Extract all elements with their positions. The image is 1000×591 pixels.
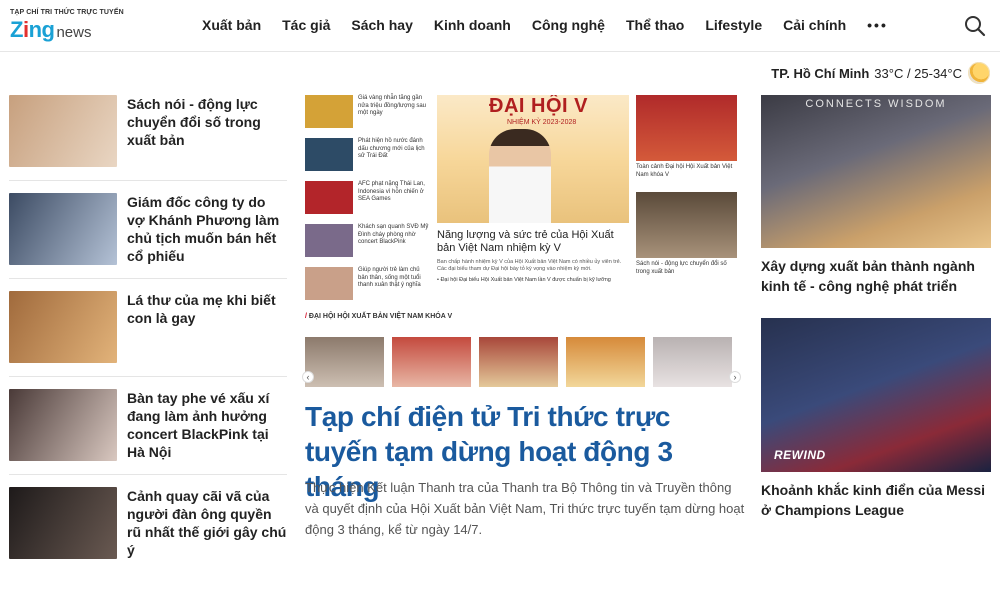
nav-item-cai-chinh[interactable]: Cải chính	[783, 17, 846, 33]
news-title[interactable]: Bàn tay phe vé xấu xí đang làm ảnh hưởng…	[127, 389, 287, 462]
news-title[interactable]: Phát hiện hồ nước đánh dấu chương mới củ…	[358, 138, 429, 181]
feature-banner-subtext: NHIỆM KỲ 2023-2028	[507, 119, 577, 126]
right-story-2[interactable]: REWIND Khoảnh khắc kinh điển của Messi ở…	[761, 318, 991, 520]
list-item[interactable]: Cảnh quay cãi vã của người đàn ông quyền…	[9, 487, 287, 573]
feature-title[interactable]: Năng lượng và sức trẻ của Hội Xuất bản V…	[437, 229, 629, 255]
news-title[interactable]: Giá vàng nhẫn tăng gần nửa triệu đồng/lư…	[358, 95, 429, 138]
news-thumbnail[interactable]	[305, 95, 353, 128]
nav-item-tac-gia[interactable]: Tác giả	[282, 17, 330, 33]
news-title[interactable]: Giúp người trẻ làm chủ bản thân, sống mộ…	[358, 267, 429, 310]
image-banner-text: CONNECTS WISDOM	[805, 98, 947, 110]
weather-widget: TP. Hồ Chí Minh 33°C / 25-34°C	[771, 62, 990, 84]
list-item[interactable]: AFC phạt nặng Thái Lan, Indonesia vì hỗn…	[305, 181, 429, 224]
news-title[interactable]: Giám đốc công ty do vợ Khánh Phương làm …	[127, 193, 287, 266]
feature-image[interactable]: ĐẠI HỘI V NHIỆM KỲ 2023-2028	[437, 95, 629, 223]
search-icon[interactable]	[964, 15, 986, 37]
news-thumbnail[interactable]	[636, 95, 737, 161]
main-summary: Thực hiện Kết luận Thanh tra của Thanh t…	[305, 480, 745, 537]
logo-news-text: news	[56, 24, 92, 41]
side-news-list: Toàn cảnh Đại hội Hội Xuất bản Việt Nam …	[636, 95, 737, 289]
news-image[interactable]: CONNECTS WISDOM	[761, 95, 991, 248]
news-title[interactable]: AFC phạt nặng Thái Lan, Indonesia vì hỗn…	[358, 181, 429, 224]
list-item[interactable]: Phát hiện hồ nước đánh dấu chương mới củ…	[305, 138, 429, 181]
site-logo[interactable]: TẠP CHÍ TRI THỨC TRỰC TUYẾN Zing news	[10, 9, 124, 45]
news-thumbnail[interactable]	[9, 389, 117, 461]
news-thumbnail[interactable]	[305, 138, 353, 171]
list-item[interactable]: Bàn tay phe vé xấu xí đang làm ảnh hưởng…	[9, 389, 287, 475]
news-thumbnail[interactable]	[305, 224, 353, 257]
news-title[interactable]: Sách nói - động lực chuyển đổi số trong …	[636, 261, 737, 289]
mini-news-list: Giá vàng nhẫn tăng gần nửa triệu đồng/lư…	[305, 95, 429, 310]
list-item[interactable]: Sách nói - động lực chuyển đổi số trong …	[9, 95, 287, 181]
feature-person-figure	[489, 129, 551, 223]
list-item[interactable]: Khách sạn quanh SVĐ Mỹ Đình cháy phòng n…	[305, 224, 429, 267]
feature-description: Ban chấp hành nhiệm kỳ V của Hội Xuất bả…	[437, 259, 622, 272]
list-item[interactable]: Giám đốc công ty do vợ Khánh Phương làm …	[9, 193, 287, 279]
news-title[interactable]: Khoảnh khắc kinh điển của Messi ở Champi…	[761, 480, 991, 520]
list-item[interactable]: Giúp người trẻ làm chủ bản thân, sống mộ…	[305, 267, 429, 310]
nav-item-cong-nghe[interactable]: Công nghệ	[532, 17, 605, 33]
list-item[interactable]: Giá vàng nhẫn tăng gần nửa triệu đồng/lư…	[305, 95, 429, 138]
news-title[interactable]: Toàn cảnh Đại hội Hội Xuất bản Việt Nam …	[636, 164, 737, 192]
nav-item-sach-hay[interactable]: Sách hay	[351, 17, 412, 33]
logo-tagline: TẠP CHÍ TRI THỨC TRỰC TUYẾN	[10, 9, 124, 16]
logo-wordmark: Zing news	[10, 17, 110, 43]
news-image[interactable]: REWIND	[761, 318, 991, 472]
list-item[interactable]: Lá thư của mẹ khi biết con là gay	[9, 291, 287, 377]
nav-item-kinh-doanh[interactable]: Kinh doanh	[434, 17, 511, 33]
nav-item-xuat-ban[interactable]: Xuất bản	[202, 17, 261, 33]
news-title[interactable]: Xây dựng xuất bản thành ngành kinh tế - …	[761, 256, 991, 296]
photo-strip: ‹ ›	[302, 337, 741, 389]
chevron-left-icon[interactable]: ‹	[302, 371, 314, 383]
section-slash: /	[305, 313, 307, 320]
news-thumbnail[interactable]	[9, 291, 117, 363]
chevron-right-icon[interactable]: ›	[729, 371, 741, 383]
news-title[interactable]: Sách nói - động lực chuyển đổi số trong …	[127, 95, 287, 168]
right-story-1[interactable]: CONNECTS WISDOM Xây dựng xuất bản thành …	[761, 95, 991, 296]
nav-item-the-thao[interactable]: Thể thao	[626, 17, 684, 33]
weather-temperature: 33°C / 25-34°C	[874, 65, 962, 81]
news-title[interactable]: Lá thư của mẹ khi biết con là gay	[127, 291, 287, 364]
weather-city: TP. Hồ Chí Minh	[771, 65, 870, 81]
strip-thumbnail[interactable]	[479, 337, 558, 387]
news-title[interactable]: Cảnh quay cãi vã của người đàn ông quyền…	[127, 487, 287, 561]
news-thumbnail[interactable]	[9, 487, 117, 559]
feature-banner-text: ĐẠI HỘI V	[489, 95, 588, 117]
strip-thumbnail[interactable]	[305, 337, 384, 387]
news-thumbnail[interactable]	[636, 192, 737, 258]
section-label-text: ĐẠI HỘI HỘI XUẤT BẢN VIỆT NAM KHÓA V	[308, 313, 453, 320]
list-item[interactable]: Toàn cảnh Đại hội Hội Xuất bản Việt Nam …	[636, 95, 737, 192]
news-thumbnail[interactable]	[305, 267, 353, 300]
site-header: TẠP CHÍ TRI THỨC TRỰC TUYẾN Zing news Xu…	[0, 0, 1000, 52]
strip-thumbnail[interactable]	[653, 337, 732, 387]
nav-item-lifestyle[interactable]: Lifestyle	[705, 17, 762, 33]
feature-story[interactable]: ĐẠI HỘI V NHIỆM KỲ 2023-2028 Năng lượng …	[437, 95, 629, 284]
strip-thumbnail[interactable]	[566, 337, 645, 387]
list-item[interactable]: Sách nói - động lực chuyển đổi số trong …	[636, 192, 737, 289]
strip-thumbnail[interactable]	[392, 337, 471, 387]
logo-brand: Zing	[10, 17, 55, 42]
rewind-badge: REWIND	[774, 448, 826, 462]
news-title[interactable]: Khách sạn quanh SVĐ Mỹ Đình cháy phòng n…	[358, 224, 429, 267]
news-thumbnail[interactable]	[9, 95, 117, 167]
section-label[interactable]: / ĐẠI HỘI HỘI XUẤT BẢN VIỆT NAM KHÓA V	[305, 313, 452, 320]
news-thumbnail[interactable]	[9, 193, 117, 265]
news-thumbnail[interactable]	[305, 181, 353, 214]
left-news-list: Sách nói - động lực chuyển đổi số trong …	[9, 95, 287, 585]
main-nav: Xuất bản Tác giả Sách hay Kinh doanh Côn…	[202, 17, 888, 33]
more-menu-icon[interactable]: •••	[867, 17, 888, 33]
feature-related-link[interactable]: • Đại hội Đại biểu Hội Xuất bản Việt Nam…	[437, 277, 629, 284]
partly-sunny-icon	[968, 62, 990, 84]
